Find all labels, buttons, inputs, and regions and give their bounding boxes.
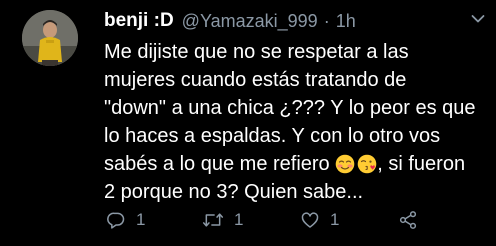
tweet-text: Me dijiste que no se respetar a las muje… bbox=[104, 38, 488, 206]
smirking-blushing-face-icon bbox=[335, 154, 355, 174]
avatar[interactable] bbox=[22, 10, 78, 66]
tweet[interactable]: benji :D @Yamazaki_999 · 1h Me dijiste q… bbox=[0, 0, 496, 246]
share-icon bbox=[399, 211, 417, 229]
like-button[interactable]: 1 bbox=[300, 205, 339, 235]
tweet-text-segment: sabés a lo que me refiero bbox=[104, 153, 336, 175]
reply-count: 1 bbox=[136, 210, 146, 229]
retweet-icon bbox=[202, 213, 224, 227]
tweet-text-line: sabés a lo que me refiero , si fueron bbox=[104, 150, 488, 178]
face-blowing-kiss-icon bbox=[357, 154, 377, 174]
tweet-header: benji :D @Yamazaki_999 · 1h bbox=[104, 8, 356, 34]
user-handle[interactable]: @Yamazaki_999 bbox=[182, 11, 318, 32]
chevron-down-icon[interactable] bbox=[471, 14, 485, 24]
retweet-count: 1 bbox=[234, 210, 244, 229]
action-bar: 1 1 1 bbox=[104, 205, 496, 235]
like-count: 1 bbox=[330, 210, 340, 229]
separator-dot: · bbox=[323, 10, 330, 31]
share-button[interactable] bbox=[398, 205, 418, 235]
like-icon bbox=[301, 212, 319, 228]
tweet-text-line: Me dijiste que no se respetar a las bbox=[104, 41, 409, 63]
tweet-text-line: lo haces a espaldas. Y con lo otro vos bbox=[104, 125, 441, 147]
reply-icon bbox=[107, 212, 125, 229]
tweet-text-line: mujeres cuando estás tratando de bbox=[104, 69, 407, 91]
tweet-text-segment: , si fueron bbox=[377, 153, 466, 175]
display-name[interactable]: benji :D bbox=[104, 10, 174, 32]
reply-button[interactable]: 1 bbox=[106, 205, 145, 235]
tweet-text-line: 2 porque no 3? Quien sabe... bbox=[104, 181, 364, 203]
avatar-photo bbox=[22, 10, 78, 66]
retweet-button[interactable]: 1 bbox=[202, 205, 243, 235]
tweet-text-line: "down" a una chica ¿??? Y lo peor es que bbox=[104, 97, 476, 119]
timestamp[interactable]: 1h bbox=[336, 11, 356, 32]
